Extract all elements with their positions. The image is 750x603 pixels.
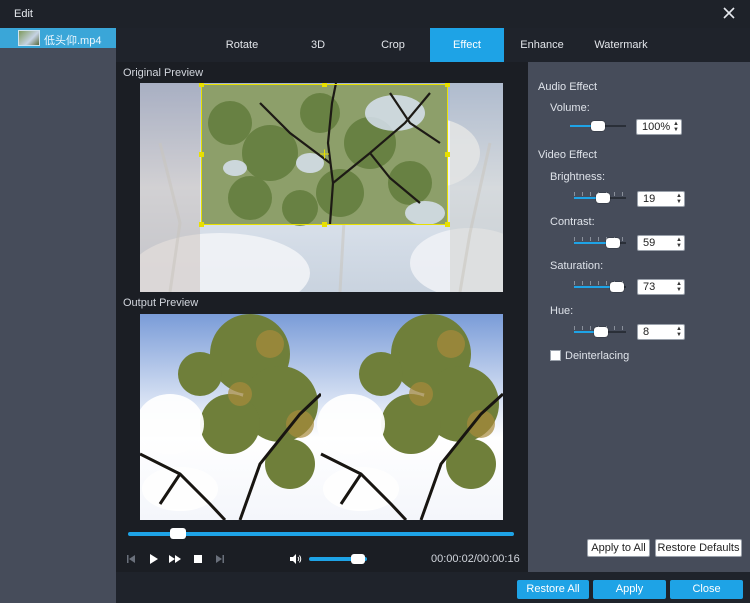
brightness-slider[interactable] [574,192,626,204]
slider-knob[interactable] [594,327,608,337]
brightness-label: Brightness: [550,171,606,183]
restore-all-button[interactable]: Restore All [517,580,589,599]
preview-area: Original Preview Output Preview 00:00:02… [116,62,528,572]
output-video-frame [140,314,503,520]
hue-label: Hue: [550,305,574,317]
bottom-action-bar: Restore All Apply Close [116,572,750,603]
seek-bar[interactable] [128,528,514,539]
tab-watermark[interactable]: Watermark [580,28,662,62]
speaker-icon[interactable] [288,552,302,566]
slider-knob[interactable] [596,193,610,203]
audio-effect-heading: Audio Effect [538,81,598,93]
audio-volume-slider[interactable] [570,120,626,132]
seek-handle[interactable] [170,528,186,539]
deinterlacing-label: Deinterlacing [565,350,630,362]
skip-back-icon[interactable] [124,552,138,566]
edit-tabs: Rotate 3D Crop Effect Enhance Watermark [116,28,750,62]
timecode: 00:00:02/00:00:16 [431,553,520,565]
volume-slider[interactable] [309,554,367,564]
tab-crop[interactable]: Crop [356,28,430,62]
tab-enhance[interactable]: Enhance [504,28,580,62]
volume-input[interactable]: 100% ▲ ▼ [636,119,682,135]
hue-input[interactable]: 8 ▲ ▼ [637,324,685,340]
playback-controls: 00:00:02/00:00:16 [116,546,528,572]
spin-arrows-icon[interactable]: ▲ ▼ [676,326,682,338]
apply-to-all-button[interactable]: Apply to All [587,539,650,557]
play-icon[interactable] [146,552,160,566]
video-effect-heading: Video Effect [538,149,597,161]
skip-forward-icon[interactable] [213,552,227,566]
saturation-input[interactable]: 73 ▲ ▼ [637,279,685,295]
spin-arrows-icon[interactable]: ▲ ▼ [676,193,682,205]
restore-defaults-button[interactable]: Restore Defaults [655,539,742,557]
apply-button[interactable]: Apply [593,580,666,599]
stop-icon[interactable] [191,552,205,566]
tab-effect[interactable]: Effect [430,28,504,62]
original-video-frame [140,83,503,292]
tab-3d[interactable]: 3D [280,28,356,62]
edit-window: Edit 低头仰.mp4 Rotate 3D Crop Effect Enhan… [0,0,750,603]
slider-knob[interactable] [610,282,624,292]
file-list-item[interactable]: 低头仰.mp4 [0,28,116,48]
window-title: Edit [14,8,33,20]
close-button[interactable]: Close [670,580,743,599]
title-bar: Edit [0,0,750,28]
contrast-input[interactable]: 59 ▲ ▼ [637,235,685,251]
contrast-slider[interactable] [574,237,626,249]
tab-rotate[interactable]: Rotate [204,28,280,62]
close-icon[interactable] [720,4,738,22]
deinterlacing-checkbox[interactable] [550,350,561,361]
effect-settings-panel: Audio Effect Volume: 100% ▲ ▼ Video Effec… [528,62,750,572]
slider-knob[interactable] [606,238,620,248]
brightness-input[interactable]: 19 ▲ ▼ [637,191,685,207]
output-half-right [317,314,503,520]
volume-value: 100% [642,121,671,133]
slider-knob[interactable] [591,121,605,131]
spin-arrows-icon[interactable]: ▲ ▼ [676,237,682,249]
file-list-sidebar: 低头仰.mp4 [0,28,116,603]
fast-forward-icon[interactable] [168,552,182,566]
volume-handle[interactable] [351,554,365,564]
volume-label: Volume: [550,102,590,114]
original-preview-label: Original Preview [123,67,204,79]
hue-value: 8 [643,326,650,338]
file-name: 低头仰.mp4 [44,35,102,47]
spin-arrows-icon[interactable]: ▲ ▼ [673,121,679,133]
contrast-label: Contrast: [550,216,595,228]
video-thumbnail [18,30,40,46]
hue-slider[interactable] [574,326,626,338]
output-preview-label: Output Preview [123,297,199,309]
spin-arrows-icon[interactable]: ▲ ▼ [676,281,682,293]
saturation-label: Saturation: [550,260,604,272]
saturation-slider[interactable] [574,281,626,293]
original-preview [140,83,503,292]
output-preview [140,314,503,520]
contrast-value: 59 [643,237,656,249]
output-half-left [140,314,323,520]
saturation-value: 73 [643,281,656,293]
brightness-value: 19 [643,193,656,205]
